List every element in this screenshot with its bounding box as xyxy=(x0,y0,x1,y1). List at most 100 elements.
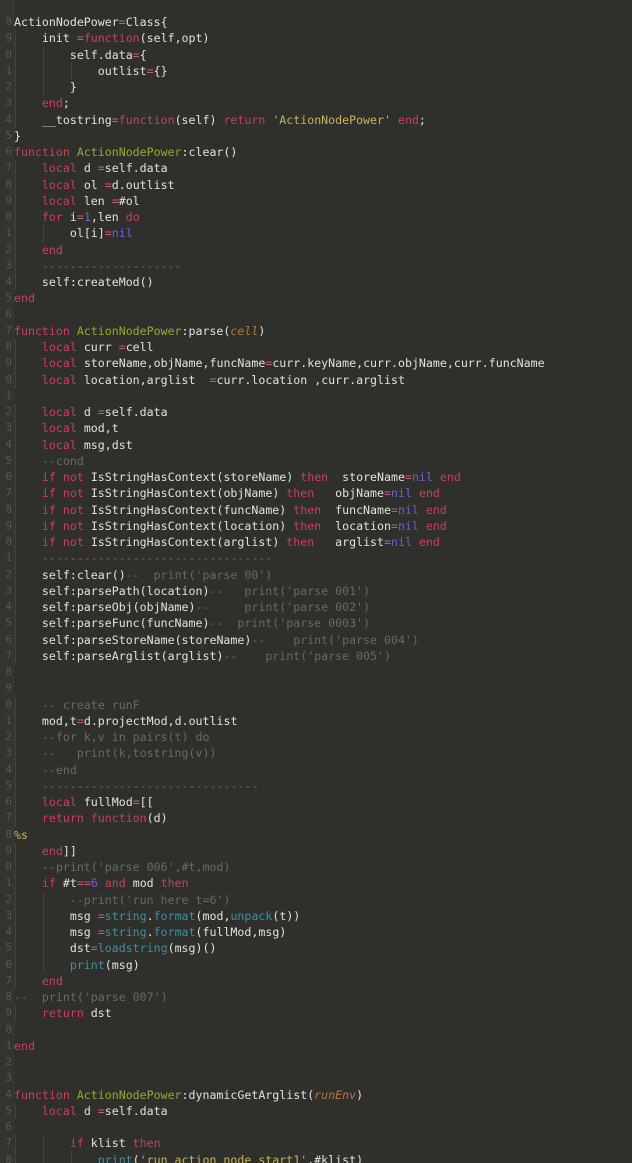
line-number: 3 xyxy=(5,583,12,597)
line-number: 5 xyxy=(5,128,12,142)
code-line[interactable]: print('run action node start1',#klist) xyxy=(14,1152,632,1163)
line-number: 3 xyxy=(5,908,12,922)
code-line[interactable] xyxy=(14,1119,632,1135)
code-line[interactable]: self:clear()-- print('parse 00') xyxy=(14,567,632,583)
code-line[interactable]: local storeName,objName,funcName=curr.ke… xyxy=(14,355,632,371)
code-editor[interactable]: 8 9 0 1 2 3 4 5 6 7 8 9 0 1 2 3 4 5 6 7 8 9 0 1 2 3 4 5 6 7 8 9 0 1 2 3 4 5 6 7… xyxy=(0,0,632,1163)
code-line[interactable]: --print('parse 006',#t,mod) xyxy=(14,859,632,875)
line-number: 4 xyxy=(5,600,12,613)
code-line[interactable] xyxy=(14,664,632,680)
code-line[interactable]: -- create runF xyxy=(14,697,632,713)
code-line[interactable]: } xyxy=(14,79,632,95)
code-line[interactable]: function ActionNodePower:parse(cell) xyxy=(14,323,632,339)
line-number: 7 xyxy=(5,486,12,500)
code-line[interactable]: return function(d) xyxy=(14,810,632,826)
code-line[interactable]: if not IsStringHasContext(storeName) the… xyxy=(14,469,632,485)
line-number: 5 xyxy=(5,1103,12,1117)
code-line[interactable]: ol[i]=nil xyxy=(14,225,632,241)
code-line[interactable]: mod,t=d.projectMod,d.outlist xyxy=(14,713,632,729)
code-line[interactable]: return dst xyxy=(14,1005,632,1021)
code-line[interactable]: -------------------- xyxy=(14,258,632,274)
code-line[interactable]: end]] xyxy=(14,843,632,859)
code-line[interactable]: local msg,dst xyxy=(14,437,632,453)
code-line[interactable]: -- print('parse 007') xyxy=(14,989,632,1005)
line-number: 6 xyxy=(5,957,12,971)
code-line[interactable]: local curr =cell xyxy=(14,339,632,355)
code-line[interactable]: --cond xyxy=(14,453,632,469)
code-line[interactable]: self:parsePath(location)-- print('parse … xyxy=(14,583,632,599)
line-number: 0 xyxy=(5,1022,12,1036)
code-line[interactable]: if not IsStringHasContext(funcName) then… xyxy=(14,502,632,518)
line-number: 6 xyxy=(5,795,12,808)
code-line[interactable]: self:parseArglist(arglist)-- print('pars… xyxy=(14,648,632,664)
code-line[interactable]: for i=1,len do xyxy=(14,209,632,225)
line-number: 9 xyxy=(5,843,12,857)
code-line[interactable]: local d =self.data xyxy=(14,1103,632,1119)
code-line[interactable]: --end xyxy=(14,762,632,778)
code-line[interactable]: outlist={} xyxy=(14,63,632,79)
code-line[interactable]: if not IsStringHasContext(location) then… xyxy=(14,518,632,534)
code-line[interactable]: local len =#ol xyxy=(14,193,632,209)
line-number: 2 xyxy=(5,242,12,256)
line-number: 3 xyxy=(5,746,12,760)
code-line[interactable]: self.data={ xyxy=(14,47,632,63)
code-line[interactable]: end xyxy=(14,242,632,258)
code-line[interactable]: local ol =d.outlist xyxy=(14,177,632,193)
line-number: 2 xyxy=(5,567,12,581)
code-line[interactable]: -- print(k,tostring(v)) xyxy=(14,745,632,761)
code-line[interactable]: --print('run here t=6') xyxy=(14,892,632,908)
code-line[interactable]: function ActionNodePower:clear() xyxy=(14,144,632,160)
code-line[interactable]: if not IsStringHasContext(arglist) then … xyxy=(14,534,632,550)
code-line[interactable]: self:parseObj(objName)-- print('parse 00… xyxy=(14,599,632,615)
code-line[interactable]: local mod,t xyxy=(14,420,632,436)
code-content[interactable]: ActionNodePower=Class{ init =function(se… xyxy=(14,0,632,1163)
code-line[interactable] xyxy=(14,680,632,696)
code-line[interactable]: %s xyxy=(14,827,632,843)
code-line[interactable] xyxy=(14,388,632,404)
code-line[interactable]: local d =self.data xyxy=(14,160,632,176)
code-line[interactable]: if klist then xyxy=(14,1135,632,1151)
line-number: 8 xyxy=(5,990,12,1003)
code-line[interactable]: } xyxy=(14,128,632,144)
line-number: 4 xyxy=(5,437,12,451)
code-line[interactable]: self:parseFunc(funcName)-- print('parse … xyxy=(14,615,632,631)
code-line[interactable]: --for k,v in pairs(t) do xyxy=(14,729,632,745)
code-line[interactable] xyxy=(14,1022,632,1038)
line-number: 7 xyxy=(5,811,12,825)
code-line[interactable] xyxy=(14,307,632,323)
code-line[interactable]: init =function(self,opt) xyxy=(14,30,632,46)
code-line[interactable]: if #t==6 and mod then xyxy=(14,875,632,891)
line-number: 4 xyxy=(5,275,12,288)
line-number: 7 xyxy=(5,973,12,987)
code-line[interactable]: if not IsStringHasContext(objName) then … xyxy=(14,485,632,501)
code-line[interactable]: end xyxy=(14,290,632,306)
code-line[interactable] xyxy=(14,1054,632,1070)
code-line[interactable]: dst=loadstring(msg)() xyxy=(14,940,632,956)
code-line[interactable]: self:parseStoreName(storeName)-- print('… xyxy=(14,632,632,648)
line-number: 5 xyxy=(5,941,12,955)
line-number: 1 xyxy=(5,1038,12,1052)
code-line[interactable]: end; xyxy=(14,95,632,111)
code-line[interactable]: __tostring=function(self) return 'Action… xyxy=(14,112,632,128)
code-line[interactable]: end xyxy=(14,1038,632,1054)
line-number: 1 xyxy=(5,63,12,77)
code-line[interactable]: ------------------------------- xyxy=(14,778,632,794)
code-line[interactable]: local fullMod=[[ xyxy=(14,794,632,810)
line-number: 0 xyxy=(5,210,12,223)
code-line[interactable]: --------------------------------- xyxy=(14,550,632,566)
line-number: 1 xyxy=(5,713,12,727)
code-line[interactable]: self:createMod() xyxy=(14,274,632,290)
line-number: 1 xyxy=(5,551,12,565)
code-line[interactable]: function ActionNodePower:dynamicGetArgli… xyxy=(14,1087,632,1103)
code-line[interactable] xyxy=(14,1070,632,1086)
code-line[interactable]: msg =string.format(fullMod,msg) xyxy=(14,924,632,940)
line-number: 2 xyxy=(5,892,12,906)
line-number: 1 xyxy=(5,388,12,402)
code-line[interactable]: local d =self.data xyxy=(14,404,632,420)
code-line[interactable]: msg =string.format(mod,unpack(t)) xyxy=(14,908,632,924)
code-line[interactable]: ActionNodePower=Class{ xyxy=(14,14,632,30)
code-line[interactable]: print(msg) xyxy=(14,957,632,973)
code-line[interactable]: local location,arglist =curr.location ,c… xyxy=(14,372,632,388)
code-line[interactable]: end xyxy=(14,973,632,989)
line-number: 6 xyxy=(5,1120,12,1133)
